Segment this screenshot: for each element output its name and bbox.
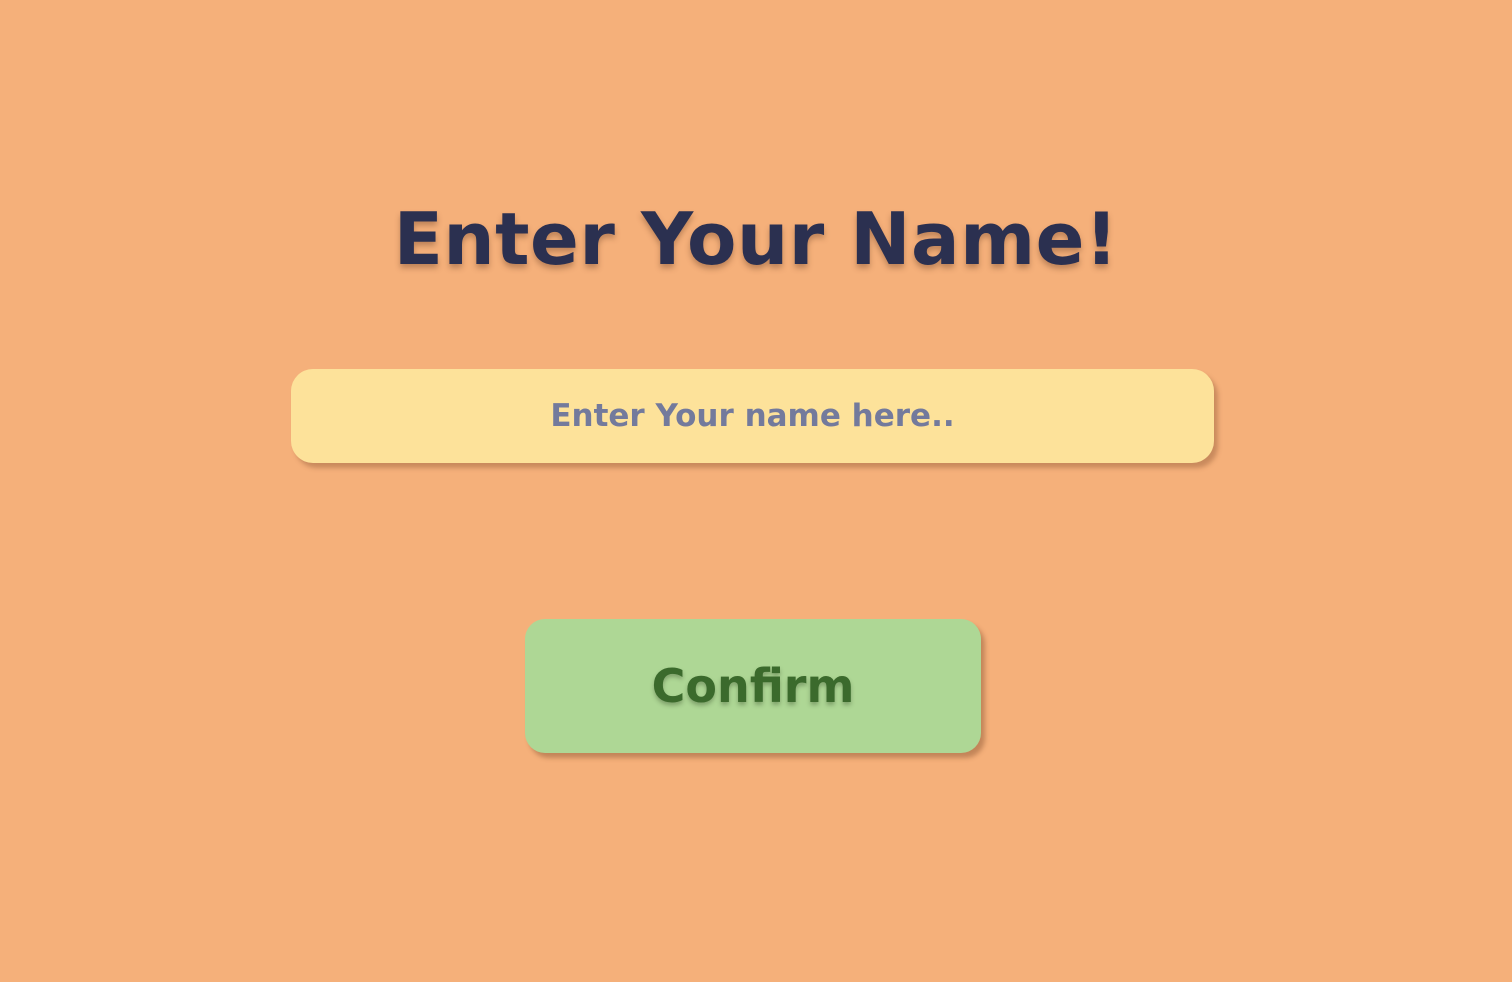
name-input[interactable] [291,369,1214,463]
confirm-button-label: Confirm [651,659,855,713]
confirm-button[interactable]: Confirm [525,619,981,753]
name-entry-screen: Enter Your Name! Confirm [0,0,1512,982]
page-title: Enter Your Name! [393,197,1119,281]
